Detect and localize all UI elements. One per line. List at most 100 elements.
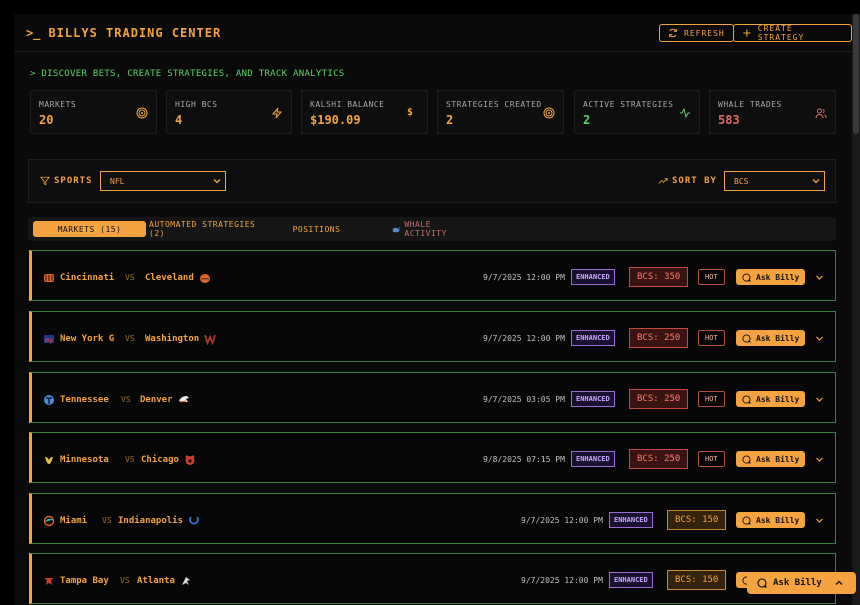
ask-billy-label: Ask Billy xyxy=(756,394,800,404)
lightning-icon xyxy=(271,107,283,119)
chevron-down-icon[interactable] xyxy=(815,273,824,282)
vs-label: VS xyxy=(121,395,131,404)
home-team: Cincinnati xyxy=(43,272,114,284)
game-datetime: 9/8/2025 07:15 PM xyxy=(483,455,565,464)
falcons-icon xyxy=(181,577,190,585)
game-datetime: 9/7/2025 12:00 PM xyxy=(483,273,565,282)
home-team-name: Minnesota xyxy=(60,455,109,465)
away-team: Denver xyxy=(140,394,190,406)
tab-markets[interactable]: MARKETS (15) xyxy=(33,221,146,237)
vikings-icon xyxy=(45,457,53,464)
refresh-icon xyxy=(669,28,677,38)
bcs-badge: BCS: 250 xyxy=(629,449,689,469)
chat-bubble-icon xyxy=(742,333,751,343)
bcs-badge: BCS: 250 xyxy=(629,389,689,409)
bcs-badge: BCS: 350 xyxy=(629,267,689,287)
bcs-badge: BCS: 150 xyxy=(667,570,727,590)
page-subtitle: > DISCOVER BETS, CREATE STRATEGIES, AND … xyxy=(30,69,345,79)
chevron-down-icon xyxy=(213,179,221,184)
home-team-name: Cincinnati xyxy=(60,273,115,283)
chevron-down-icon[interactable] xyxy=(815,334,824,343)
chat-bubble-icon xyxy=(742,454,751,464)
sports-label-text: SPORTS xyxy=(54,176,93,186)
market-row[interactable]: ny New York G VS Washington 9/7/2025 12:… xyxy=(29,311,836,362)
sort-select-value: BCS xyxy=(734,176,749,186)
stat-label: WHALE TRADES xyxy=(718,100,782,109)
stat-card-strategies-created: STRATEGIES CREATED 2 xyxy=(437,90,564,134)
bears-icon xyxy=(185,455,195,465)
stat-value: 20 xyxy=(39,113,54,127)
hot-badge: HOT xyxy=(698,391,725,407)
sort-select[interactable]: BCS xyxy=(724,171,825,191)
away-team: Chicago xyxy=(141,454,196,466)
filters-panel: SPORTS NFL SORT BY BCS xyxy=(28,159,836,203)
dollar-icon: $ xyxy=(407,107,414,118)
tab-automated-strategies[interactable]: AUTOMATED STRATEGIES (2) xyxy=(149,220,261,238)
tab-whale-activity[interactable]: WHALE ACTIVITY xyxy=(392,220,474,238)
ask-billy-button[interactable]: Ask Billy xyxy=(736,269,806,285)
away-team-name: Atlanta xyxy=(137,576,175,586)
chevron-down-icon[interactable] xyxy=(815,455,824,464)
scrollbar-thumb[interactable] xyxy=(853,14,859,134)
market-row[interactable]: Minnesota VS Chicago 9/8/2025 07:15 PM E… xyxy=(29,432,836,483)
refresh-label: REFRESH xyxy=(684,28,725,38)
enhanced-badge: ENHANCED xyxy=(609,512,653,528)
ask-billy-label: Ask Billy xyxy=(756,333,800,343)
game-datetime: 9/7/2025 12:00 PM xyxy=(521,576,603,585)
tab-positions[interactable]: POSITIONS xyxy=(293,221,340,237)
market-row[interactable]: Tampa Bay VS Atlanta 9/7/2025 12:00 PM E… xyxy=(29,553,836,604)
floating-ask-billy-button[interactable]: Ask Billy xyxy=(747,572,856,594)
stat-label: KALSHI BALANCE xyxy=(310,100,385,109)
ask-billy-button[interactable]: Ask Billy xyxy=(736,451,806,467)
stat-value: 2 xyxy=(446,113,454,127)
stat-card-high-bcs: HIGH BCS 4 xyxy=(166,90,292,134)
bcs-badge: BCS: 150 xyxy=(667,510,727,530)
away-team: Washington xyxy=(145,333,217,345)
ask-billy-label: Ask Billy xyxy=(756,454,800,464)
chevron-up-icon xyxy=(835,580,843,585)
stat-label: HIGH BCS xyxy=(175,100,218,109)
ask-billy-button[interactable]: Ask Billy xyxy=(736,512,806,528)
sports-filter-label: SPORTS xyxy=(40,176,93,186)
titans-icon xyxy=(44,395,54,405)
create-strategy-button[interactable]: CREATE STRATEGY xyxy=(733,24,852,42)
vs-label: VS xyxy=(120,576,130,585)
scrollbar[interactable] xyxy=(852,14,860,605)
ask-billy-button[interactable]: Ask Billy xyxy=(736,330,806,346)
market-row[interactable]: Cincinnati VS Cleveland 9/7/2025 12:00 P… xyxy=(29,250,836,301)
stat-card-markets: MARKETS 20 xyxy=(30,90,157,134)
home-team: Tennessee xyxy=(43,394,109,406)
away-team-name: Washington xyxy=(145,334,200,344)
top-bar: >_ BILLYS TRADING CENTER REFRESH CREATE … xyxy=(14,14,852,52)
colts-icon xyxy=(189,516,199,525)
refresh-button[interactable]: REFRESH xyxy=(659,24,734,42)
chat-bubble-icon xyxy=(742,394,751,404)
vs-label: VS xyxy=(102,516,112,525)
away-team-name: Denver xyxy=(140,395,173,405)
sports-select-value: NFL xyxy=(110,176,125,186)
chevron-down-icon xyxy=(812,179,820,184)
market-row[interactable]: Tennessee VS Denver 9/7/2025 03:05 PM EN… xyxy=(29,372,836,423)
market-row[interactable]: Miami VS Indianapolis 9/7/2025 12:00 PM … xyxy=(29,493,836,544)
chevron-down-icon[interactable] xyxy=(815,516,824,525)
commanders-icon xyxy=(204,334,217,345)
chat-bubble-icon xyxy=(757,578,767,588)
ask-billy-button[interactable]: Ask Billy xyxy=(736,391,806,407)
sort-label-text: SORT BY xyxy=(672,176,717,186)
activity-icon xyxy=(680,107,690,119)
enhanced-badge: ENHANCED xyxy=(609,572,653,588)
hot-badge: HOT xyxy=(698,269,725,285)
buccaneers-icon xyxy=(44,578,54,585)
app-frame: >_ BILLYS TRADING CENTER REFRESH CREATE … xyxy=(14,14,852,605)
chevron-down-icon[interactable] xyxy=(815,395,824,404)
ask-billy-label: Ask Billy xyxy=(756,272,800,282)
target-icon xyxy=(543,107,555,119)
home-team-name: New York G xyxy=(60,334,115,344)
stat-value: 583 xyxy=(718,113,740,127)
hot-badge: HOT xyxy=(698,451,725,467)
bengals-icon xyxy=(44,274,54,282)
home-team-name: Miami xyxy=(60,516,88,526)
stat-card-whale-trades: WHALE TRADES 583 xyxy=(709,90,836,134)
sports-select[interactable]: NFL xyxy=(100,171,226,191)
svg-text:ny: ny xyxy=(45,337,53,344)
